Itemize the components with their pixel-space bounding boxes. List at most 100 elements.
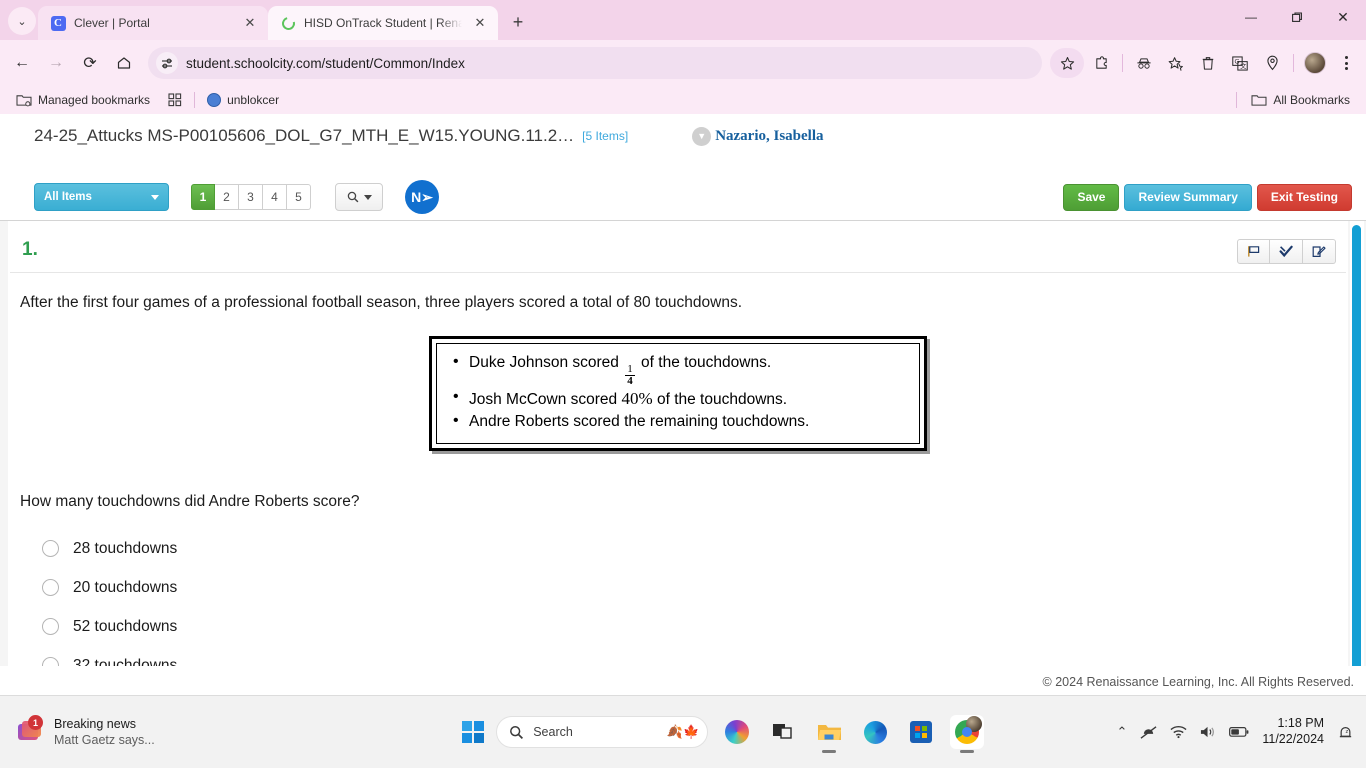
flag-icon[interactable] bbox=[1237, 239, 1270, 264]
new-tab-button[interactable]: + bbox=[504, 8, 532, 36]
back-icon[interactable]: ← bbox=[6, 47, 38, 79]
page-button-3[interactable]: 3 bbox=[239, 184, 263, 210]
bookmark-label: unblokcer bbox=[227, 93, 280, 107]
page-footer: © 2024 Renaissance Learning, Inc. All Ri… bbox=[0, 666, 1366, 698]
windows-taskbar: 1 Breaking news Matt Gaetz says... Searc… bbox=[0, 695, 1366, 768]
windows-start-icon[interactable] bbox=[462, 721, 485, 743]
browser-toolbar: ← → ⟳ student.schoolcity.com/student/Com… bbox=[0, 40, 1366, 86]
divider bbox=[1293, 54, 1294, 72]
vertical-scrollbar[interactable] bbox=[1350, 221, 1364, 681]
folder-icon bbox=[1251, 95, 1267, 106]
browser-tab-clever[interactable]: C Clever | Portal ✕ bbox=[38, 6, 268, 40]
apps-grid-icon[interactable] bbox=[162, 90, 188, 110]
copilot-icon[interactable] bbox=[720, 715, 754, 749]
managed-bookmarks-item[interactable]: Managed bookmarks bbox=[10, 90, 156, 110]
fact-item: Andre Roberts scored the remaining touch… bbox=[451, 410, 907, 433]
content-area: 1. After the first four games of a profe… bbox=[0, 221, 1366, 698]
incognito-icon[interactable] bbox=[1129, 48, 1159, 78]
tab-search-caret-icon[interactable]: ⌄ bbox=[8, 7, 36, 35]
search-dropdown-button[interactable] bbox=[335, 183, 383, 211]
taskbar-clock[interactable]: 1:18 PM 11/22/2024 bbox=[1262, 716, 1324, 747]
delete-trash-icon[interactable] bbox=[1193, 48, 1223, 78]
exit-testing-button[interactable]: Exit Testing bbox=[1256, 183, 1352, 211]
all-bookmarks-button[interactable]: All Bookmarks bbox=[1245, 90, 1356, 110]
page-button-4[interactable]: 4 bbox=[263, 184, 287, 210]
chevron-down-circle-icon[interactable]: ▼ bbox=[692, 126, 712, 146]
microsoft-store-icon[interactable] bbox=[904, 715, 938, 749]
question-tools bbox=[1237, 239, 1336, 264]
volume-icon[interactable] bbox=[1200, 725, 1216, 739]
radio-button[interactable] bbox=[42, 657, 59, 666]
close-window-button[interactable]: ✕ bbox=[1320, 0, 1366, 34]
browser-tab-hisd-ontrack[interactable]: HISD OnTrack Student | Renaiss ✕ bbox=[268, 6, 498, 40]
bookmark-unblokcer[interactable]: unblokcer bbox=[201, 90, 285, 110]
notification-bell-icon[interactable]: z bbox=[1337, 724, 1354, 741]
window-controls: — ✕ bbox=[1228, 0, 1366, 34]
extensions-puzzle-icon[interactable] bbox=[1086, 48, 1116, 78]
scrollbar-thumb[interactable] bbox=[1352, 225, 1361, 681]
news-badge-count: 1 bbox=[28, 715, 43, 730]
collections-star-icon[interactable] bbox=[1161, 48, 1191, 78]
next-item-button[interactable]: N ➢ bbox=[405, 180, 439, 214]
mute-mic-icon[interactable] bbox=[1140, 725, 1157, 740]
url-text: student.schoolcity.com/student/Common/In… bbox=[186, 55, 465, 71]
google-chrome-icon[interactable] bbox=[950, 715, 985, 749]
answer-choice-label: 32 touchdowns bbox=[73, 656, 178, 666]
answer-choice-label: 20 touchdowns bbox=[73, 578, 178, 596]
microsoft-edge-icon[interactable] bbox=[858, 715, 892, 749]
forward-icon[interactable]: → bbox=[40, 47, 72, 79]
answer-choice-3[interactable]: 52 touchdowns bbox=[42, 607, 1348, 646]
page-button-5[interactable]: 5 bbox=[287, 184, 311, 210]
all-items-dropdown[interactable]: All Items bbox=[34, 183, 169, 211]
wifi-icon[interactable] bbox=[1170, 725, 1187, 739]
page-button-2[interactable]: 2 bbox=[215, 184, 239, 210]
radio-button[interactable] bbox=[42, 540, 59, 558]
answer-choice-2[interactable]: 20 touchdowns bbox=[42, 568, 1348, 607]
review-summary-button[interactable]: Review Summary bbox=[1124, 183, 1252, 211]
clock-date: 11/22/2024 bbox=[1262, 732, 1324, 746]
caret-down-icon bbox=[363, 194, 372, 200]
taskbar-search-input[interactable]: Search 🍂🍁 bbox=[496, 716, 709, 748]
tray-overflow-icon[interactable]: ⌃ bbox=[1116, 724, 1127, 740]
answer-choice-4[interactable]: 32 touchdowns bbox=[42, 646, 1348, 666]
page-button-1[interactable]: 1 bbox=[191, 184, 215, 210]
home-icon[interactable] bbox=[108, 47, 140, 79]
save-button[interactable]: Save bbox=[1063, 183, 1120, 211]
toolbar-icons: G文 bbox=[1050, 48, 1360, 78]
check-strikethrough-icon[interactable] bbox=[1270, 239, 1303, 264]
location-pin-icon[interactable] bbox=[1257, 48, 1287, 78]
managed-folder-icon bbox=[16, 95, 32, 107]
reload-icon[interactable]: ⟳ bbox=[74, 47, 106, 79]
bookmark-star-icon[interactable] bbox=[1050, 48, 1084, 78]
address-bar[interactable]: student.schoolcity.com/student/Common/In… bbox=[148, 47, 1042, 79]
file-explorer-icon[interactable] bbox=[812, 715, 846, 749]
question-header: 1. bbox=[10, 221, 1346, 273]
clock-time: 1:18 PM bbox=[1277, 716, 1324, 731]
news-widget[interactable]: 1 Breaking news Matt Gaetz says... bbox=[0, 715, 330, 749]
notes-edit-icon[interactable] bbox=[1303, 239, 1336, 264]
profile-avatar[interactable] bbox=[1300, 48, 1330, 78]
item-count-badge: [5 Items] bbox=[582, 129, 629, 143]
loading-spinner-icon bbox=[279, 14, 297, 32]
tune-icon[interactable] bbox=[156, 52, 178, 74]
radio-button[interactable] bbox=[42, 618, 59, 636]
svg-text:文: 文 bbox=[1240, 62, 1246, 70]
student-chip[interactable]: ▼ Nazario, Isabella bbox=[692, 126, 824, 146]
next-button-label: N bbox=[411, 189, 422, 205]
fact-post: of the touchdowns. bbox=[636, 353, 772, 371]
three-dot-menu-icon[interactable] bbox=[1332, 48, 1360, 78]
autumn-doodle-icon: 🍂🍁 bbox=[666, 724, 700, 739]
item-pager: 1 2 3 4 5 bbox=[191, 184, 311, 210]
battery-icon[interactable] bbox=[1229, 726, 1249, 738]
close-icon[interactable]: ✕ bbox=[470, 13, 490, 33]
radio-button[interactable] bbox=[42, 579, 59, 597]
maximize-button[interactable] bbox=[1274, 0, 1320, 34]
dark-app-icon[interactable] bbox=[766, 715, 800, 749]
divider bbox=[1122, 54, 1123, 72]
close-icon[interactable]: ✕ bbox=[240, 13, 260, 33]
answer-choice-1[interactable]: 28 touchdowns bbox=[42, 529, 1348, 568]
news-subtitle: Matt Gaetz says... bbox=[54, 733, 155, 747]
bookmarks-bar: Managed bookmarks unblokcer All Bookmark… bbox=[0, 86, 1366, 114]
google-translate-icon[interactable]: G文 bbox=[1225, 48, 1255, 78]
minimize-button[interactable]: — bbox=[1228, 0, 1274, 34]
